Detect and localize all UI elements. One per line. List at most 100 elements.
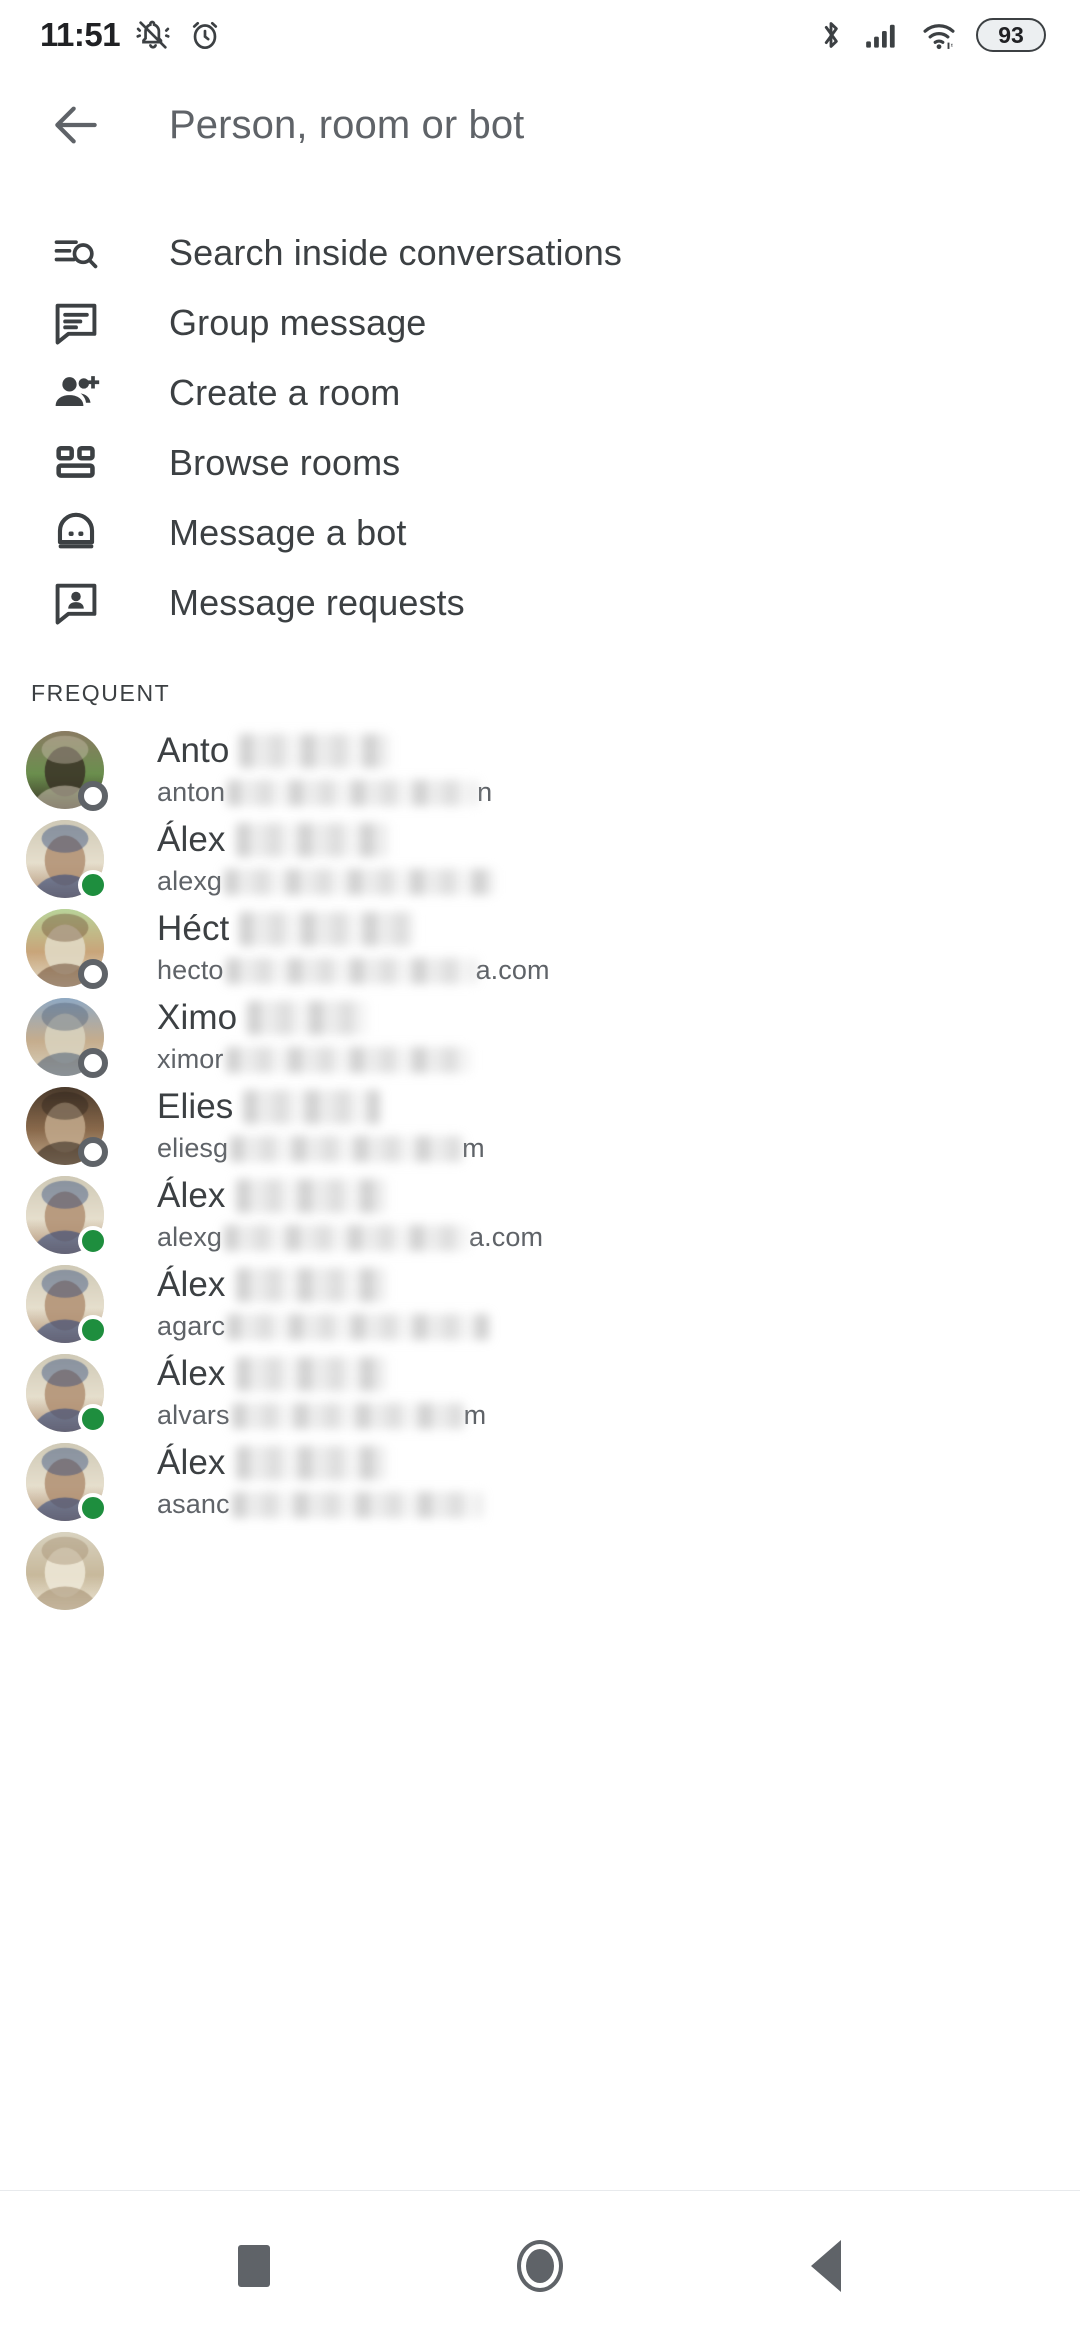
contact-row[interactable]: Álex asanc [0,1437,1080,1526]
action-message-a-bot[interactable]: Message a bot [0,498,1080,568]
redacted-email [224,1224,470,1251]
action-browse-rooms[interactable]: Browse rooms [0,428,1080,498]
bot-icon [40,498,112,568]
status-time: 11:51 [40,16,121,53]
contact-name: Héct [157,909,230,948]
contact-name: Álex [157,820,226,859]
redacted-name [247,1001,368,1035]
contact-name-line: Héct [157,909,1080,949]
page-title: Person, room or bot [169,102,525,147]
action-list: Search inside conversations Group messag… [0,218,1080,638]
redacted-name [239,912,415,946]
redacted-name [235,823,388,857]
home-button[interactable] [495,2221,585,2311]
contact-text: Álex agarc [157,1265,1080,1342]
contact-email-suffix: a.com [475,955,550,985]
contact-row[interactable] [0,1526,1080,1615]
redacted-name [235,1268,386,1302]
contact-row[interactable]: Héct hecto a.com [0,903,1080,992]
avatar [26,730,108,811]
back-nav-button[interactable] [781,2221,871,2311]
contact-email-prefix: agarc [157,1311,226,1341]
system-navigation-bar [0,2190,1080,2340]
contact-row[interactable]: Elies eliesg m [0,1081,1080,1170]
redacted-email [230,1135,463,1162]
contact-text: Álex alvars m [157,1354,1080,1431]
redacted-email [225,1046,471,1073]
chat-bubble-lines-icon [40,288,112,358]
action-message-requests[interactable]: Message requests [0,568,1080,638]
contact-row[interactable]: Álex alvars m [0,1348,1080,1437]
contact-email-prefix: eliesg [157,1133,229,1163]
app-header: Person, room or bot [0,70,1080,180]
contact-email-suffix: m [462,1133,485,1163]
contact-email-line: asanc [157,1489,1080,1520]
contact-email-line: alexg a.com [157,1222,1080,1253]
contact-text: Álex alexg a.com [157,1176,1080,1253]
contact-name-line: Elies [157,1087,1080,1127]
contact-email-line: alvars m [157,1400,1080,1431]
contact-email-prefix: hecto [157,955,224,985]
action-search-inside-conversations[interactable]: Search inside conversations [0,218,1080,288]
redacted-email [227,779,478,806]
contact-name: Álex [157,1443,226,1482]
cellular-signal-icon [866,24,895,48]
contact-row[interactable]: Álex alexg a.com [0,1170,1080,1259]
wifi-icon [923,24,955,50]
home-circle-icon [517,2239,563,2292]
contact-text: Elies eliesg m [157,1087,1080,1164]
contact-name-line: Álex [157,1443,1080,1483]
back-button[interactable] [40,89,112,161]
avatar [26,997,108,1078]
action-label: Message requests [169,582,465,623]
action-label: Search inside conversations [169,232,622,273]
contact-email-prefix: alexg [157,866,223,896]
contact-text: Álex alexg [157,820,1080,897]
contact-name-line: Anto [157,731,1080,771]
contact-email-line: hecto a.com [157,955,1080,986]
redacted-email [225,957,476,984]
redacted-name [235,1179,386,1213]
status-bar: 11:51 93 [0,0,1080,70]
contact-text: Álex asanc [157,1443,1080,1520]
contact-row[interactable]: Álex agarc [0,1259,1080,1348]
contact-name: Álex [157,1354,226,1393]
bluetooth-icon [824,22,838,48]
redacted-email [224,868,495,895]
contact-row[interactable]: Ximo ximor [0,992,1080,1081]
redacted-name [239,734,390,768]
battery-level: 93 [998,21,1024,48]
section-header-frequent: FREQUENT [31,680,171,706]
contact-name-line: Ximo [157,998,1080,1038]
mute-bell-icon [136,20,170,49]
redacted-email [231,1491,482,1518]
status-bar-left: 11:51 [40,16,224,54]
contact-name: Ximo [157,998,238,1037]
contact-name: Anto [157,731,230,770]
action-label: Group message [169,302,427,343]
contact-name-line: Álex [157,1265,1080,1305]
redacted-name [235,1357,386,1391]
action-group-message[interactable]: Group message [0,288,1080,358]
contact-email-line: agarc [157,1311,1080,1342]
alarm-icon [192,21,218,50]
action-create-a-room[interactable]: Create a room [0,358,1080,428]
contact-row[interactable]: Álex alexg [0,814,1080,903]
back-arrow-icon [55,106,97,144]
contact-email-suffix: m [463,1400,487,1430]
presence-indicator-online [78,1314,108,1345]
presence-indicator-away [78,1047,108,1078]
action-label: Message a bot [169,512,407,553]
avatar [26,1442,108,1523]
recents-button[interactable] [209,2221,299,2311]
contact-row[interactable]: Anto anton n [0,725,1080,814]
contact-name-line: Álex [157,820,1080,860]
avatar [26,1086,108,1167]
contact-email-line: eliesg m [157,1133,1080,1164]
avatar [26,1531,104,1610]
contact-name-line: Álex [157,1354,1080,1394]
action-label: Create a room [169,372,401,413]
battery-icon: 93 [976,18,1046,52]
presence-indicator-away [78,958,108,989]
contact-text [157,1568,1080,1574]
